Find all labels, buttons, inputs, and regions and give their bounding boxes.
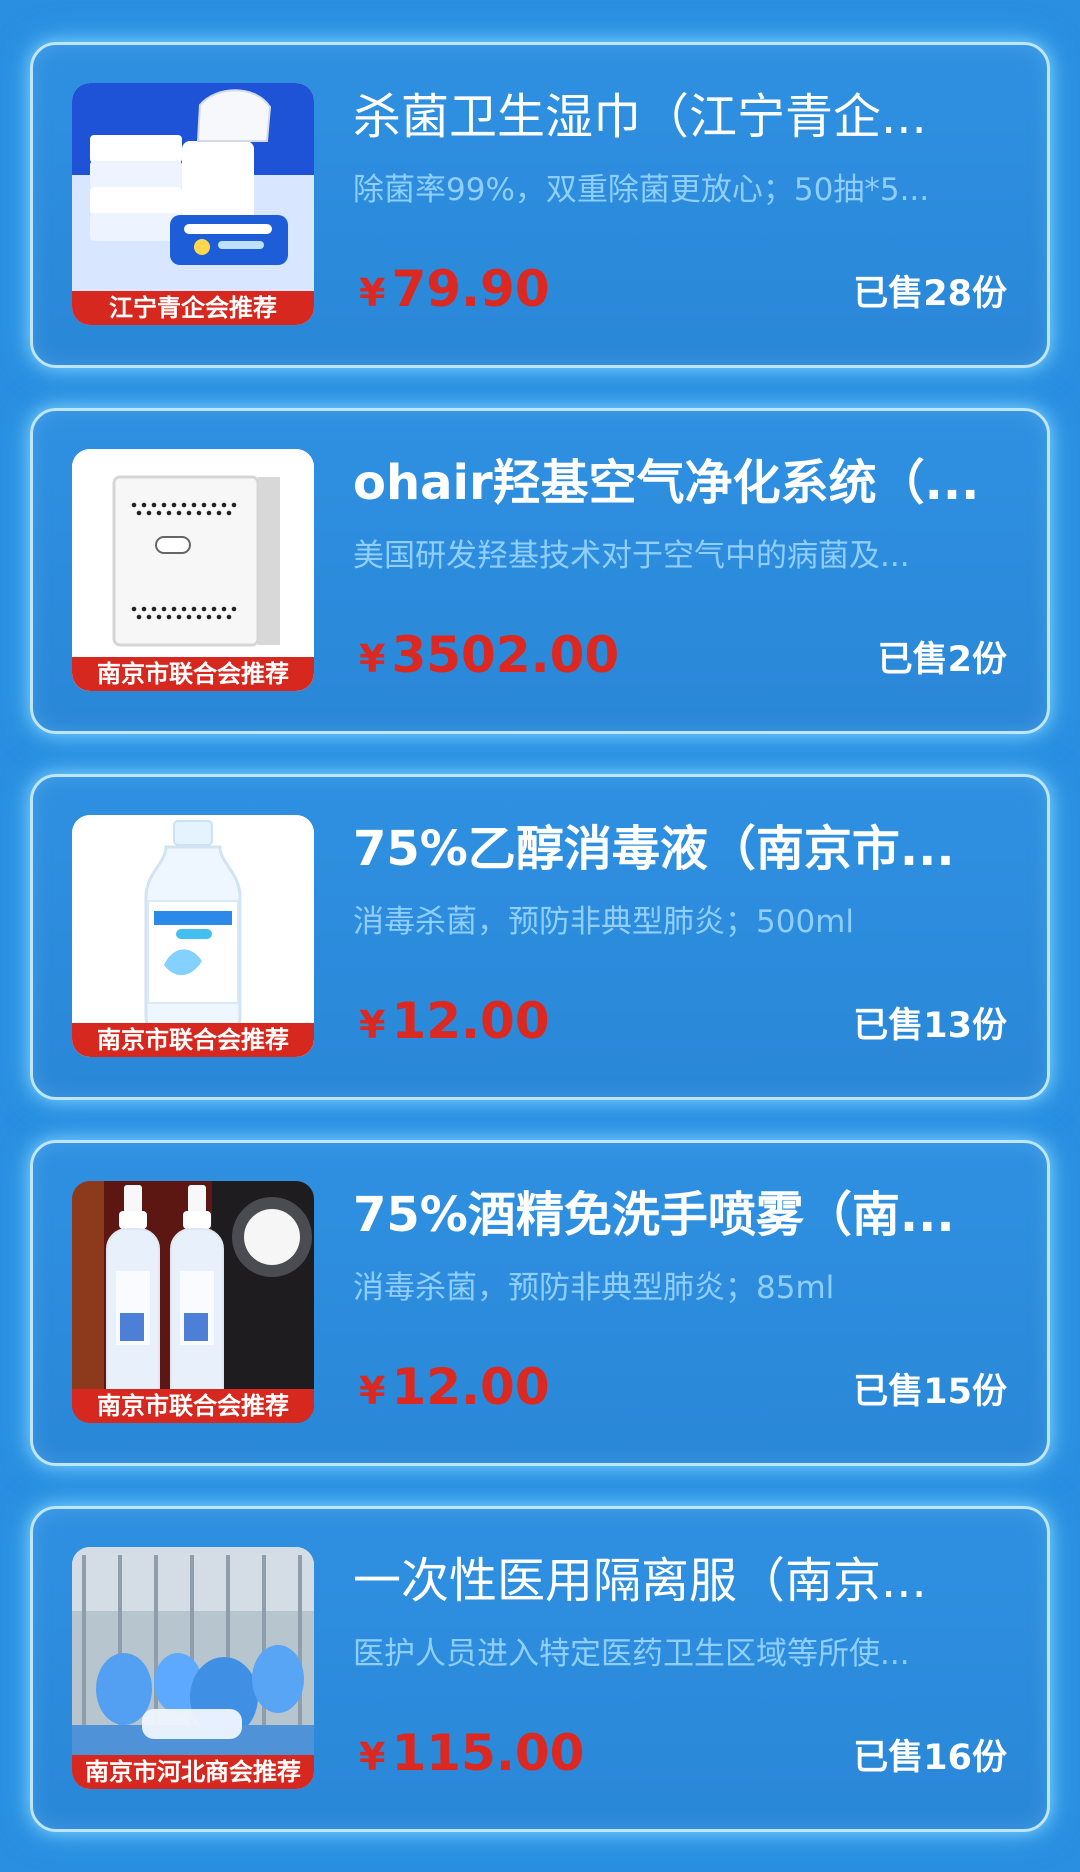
product-title[interactable]: 75%乙醇消毒液（南京市...	[353, 817, 1003, 881]
wipes-image	[72, 83, 314, 325]
product-description: 除菌率99%，双重除菌更放心；50抽*5...	[353, 172, 930, 208]
product-price: ¥12.00	[359, 989, 550, 1057]
currency-symbol: ¥	[359, 1369, 386, 1413]
disinfectant-bottle-image	[72, 815, 314, 1057]
sold-count: 已售28份	[853, 274, 1007, 314]
recommend-badge: 南京市联合会推荐	[72, 657, 314, 691]
product-image-ethanol-disinfectant[interactable]: 南京市联合会推荐	[72, 815, 314, 1057]
price-value: 3502.00	[391, 626, 620, 684]
product-image-hand-spray[interactable]: 南京市联合会推荐	[72, 1181, 314, 1423]
product-card-hand-spray[interactable]: 南京市联合会推荐 75%酒精免洗手喷雾（南... 消毒杀菌，预防非典型肺炎；85…	[30, 1140, 1050, 1466]
product-description: 消毒杀菌，预防非典型肺炎；85ml	[353, 1270, 835, 1306]
product-card-wipes[interactable]: 江宁青企会推荐 杀菌卫生湿巾（江宁青企... 除菌率99%，双重除菌更放心；50…	[30, 42, 1050, 368]
product-image-air-purifier[interactable]: 南京市联合会推荐	[72, 449, 314, 691]
sold-count: 已售13份	[853, 1006, 1007, 1046]
sold-count: 已售2份	[877, 640, 1007, 680]
product-title[interactable]: 一次性医用隔离服（南京...	[353, 1549, 1003, 1613]
currency-symbol: ¥	[359, 1735, 386, 1779]
sold-count: 已售15份	[853, 1372, 1007, 1412]
price-value: 12.00	[391, 1358, 550, 1416]
price-value: 12.00	[391, 992, 550, 1050]
currency-symbol: ¥	[359, 637, 386, 681]
product-description: 消毒杀菌，预防非典型肺炎；500ml	[353, 904, 854, 940]
recommend-badge: 南京市联合会推荐	[72, 1389, 314, 1423]
product-card-isolation-gown[interactable]: 南京市河北商会推荐 一次性医用隔离服（南京... 医护人员进入特定医药卫生区域等…	[30, 1506, 1050, 1832]
product-title[interactable]: 75%酒精免洗手喷雾（南...	[353, 1183, 1003, 1247]
product-price: ¥115.00	[359, 1721, 584, 1789]
product-price: ¥3502.00	[359, 623, 619, 691]
recommend-badge: 南京市河北商会推荐	[72, 1755, 314, 1789]
product-title[interactable]: ohair羟基空气净化系统（...	[353, 451, 1003, 515]
product-price: ¥12.00	[359, 1355, 550, 1423]
air-purifier-image	[72, 449, 314, 691]
hand-spray-image	[72, 1181, 314, 1423]
price-value: 115.00	[391, 1724, 585, 1782]
product-card-air-purifier[interactable]: 南京市联合会推荐 ohair羟基空气净化系统（... 美国研发羟基技术对于空气中…	[30, 408, 1050, 734]
price-value: 79.90	[391, 260, 550, 318]
isolation-gown-image	[72, 1547, 314, 1789]
product-image-isolation-gown[interactable]: 南京市河北商会推荐	[72, 1547, 314, 1789]
recommend-badge: 南京市联合会推荐	[72, 1023, 314, 1057]
sold-count: 已售16份	[853, 1738, 1007, 1778]
product-description: 医护人员进入特定医药卫生区域等所使...	[353, 1636, 910, 1672]
product-description: 美国研发羟基技术对于空气中的病菌及...	[353, 538, 910, 574]
product-title[interactable]: 杀菌卫生湿巾（江宁青企...	[353, 85, 1003, 149]
currency-symbol: ¥	[359, 271, 386, 315]
currency-symbol: ¥	[359, 1003, 386, 1047]
product-image-wipes[interactable]: 江宁青企会推荐	[72, 83, 314, 325]
product-price: ¥79.90	[359, 257, 550, 325]
recommend-badge: 江宁青企会推荐	[72, 291, 314, 325]
product-list: 江宁青企会推荐 杀菌卫生湿巾（江宁青企... 除菌率99%，双重除菌更放心；50…	[30, 42, 1050, 1872]
product-card-ethanol-disinfectant[interactable]: 南京市联合会推荐 75%乙醇消毒液（南京市... 消毒杀菌，预防非典型肺炎；50…	[30, 774, 1050, 1100]
